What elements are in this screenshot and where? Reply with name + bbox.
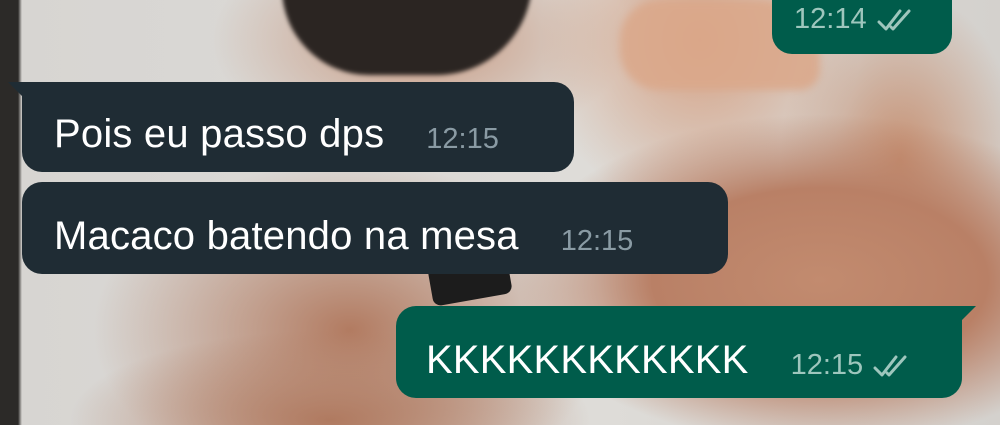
- message-time: 12:15: [560, 225, 634, 257]
- message-meta: 12:15: [426, 123, 499, 156]
- message-time: 12:15: [790, 349, 864, 381]
- message-bubble-incoming[interactable]: Macaco batendo na mesa 12:15: [22, 182, 728, 274]
- message-bubble-outgoing[interactable]: KKKKKKKKKKKK 12:15: [396, 306, 976, 398]
- message-text: Macaco batendo na mesa: [54, 214, 519, 258]
- double-check-icon: [877, 9, 911, 30]
- double-check-icon: [873, 355, 907, 376]
- message-meta: 12:14: [794, 3, 919, 36]
- message-time: 12:14: [794, 3, 867, 35]
- message-text: KKKKKKKKKKKK: [426, 338, 749, 382]
- message-time: 12:15: [426, 123, 499, 155]
- message-meta: 12:15: [561, 225, 634, 258]
- message-text: Pois eu passo dps: [54, 112, 385, 156]
- message-meta: 12:15: [791, 349, 916, 382]
- message-bubble-incoming[interactable]: Pois eu passo dps 12:15: [8, 82, 574, 172]
- message-bubble-outgoing[interactable]: 12:14: [772, 0, 952, 54]
